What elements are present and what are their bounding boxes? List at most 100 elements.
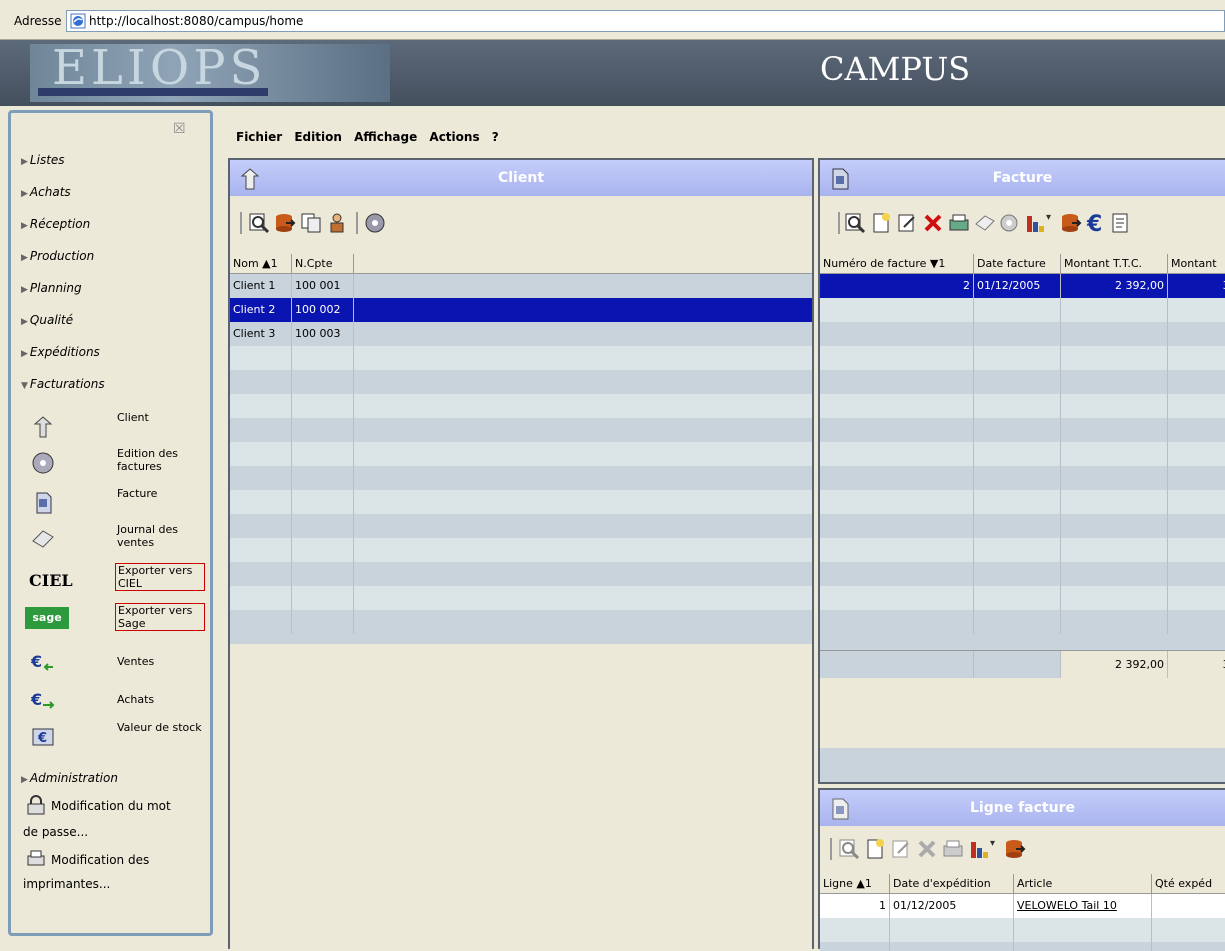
client-icon (33, 416, 53, 438)
nav-section-production[interactable]: ▶ Production (21, 249, 94, 263)
new-document-icon[interactable] (864, 838, 886, 860)
search-icon[interactable] (844, 212, 866, 234)
column-header-article[interactable]: Article (1014, 874, 1152, 894)
table-row[interactable] (820, 942, 1225, 951)
table-row[interactable] (230, 418, 812, 442)
table-row[interactable] (230, 466, 812, 490)
url-input[interactable]: http://localhost:8080/campus/home (66, 10, 1225, 32)
nav-item-valeur-stock[interactable]: € Valeur de stock (23, 719, 203, 755)
column-header-date-facture[interactable]: Date facture (974, 254, 1061, 274)
column-header-montant[interactable]: Montant (1168, 254, 1225, 274)
menu-help[interactable]: ? (492, 130, 499, 144)
nav-section-expeditions[interactable]: ▶ Expéditions (21, 345, 100, 359)
search-icon[interactable] (838, 838, 860, 860)
cell-article-link: VELOWELO Tail 10 (1014, 894, 1152, 918)
edit-icon[interactable] (896, 212, 918, 234)
nav-section-achats[interactable]: ▶ Achats (21, 185, 71, 199)
table-row[interactable] (230, 538, 812, 562)
new-document-icon[interactable] (870, 212, 892, 234)
column-header-ligne[interactable]: Ligne ▲1 (820, 874, 890, 894)
table-row[interactable] (230, 586, 812, 610)
table-row[interactable] (230, 346, 812, 370)
euro-icon[interactable]: € (1086, 212, 1108, 234)
table-row[interactable] (230, 610, 812, 634)
table-row[interactable] (230, 562, 812, 586)
column-header-qte[interactable]: Qté expéd (1152, 874, 1225, 894)
table-row[interactable] (230, 442, 812, 466)
nav-section-qualite[interactable]: ▶ Qualité (21, 313, 73, 327)
column-header-montant-ttc[interactable]: Montant T.T.C. (1061, 254, 1168, 274)
database-export-icon[interactable] (274, 212, 296, 234)
nav-item-export-ciel[interactable]: CIEL Exporter vers CIEL (23, 561, 205, 597)
nav-item-journal-ventes[interactable]: Journal des ventes (23, 521, 203, 557)
change-printers-link-cont[interactable]: imprimantes... (23, 877, 110, 891)
change-password-link-cont[interactable]: de passe... (23, 825, 88, 839)
table-row[interactable]: 1 01/12/2005 VELOWELO Tail 10 (820, 894, 1225, 918)
table-row[interactable] (820, 370, 1225, 394)
nav-section-listes[interactable]: ▶ Listes (21, 153, 65, 167)
delete-icon[interactable] (922, 212, 944, 234)
table-row[interactable] (820, 322, 1225, 346)
table-row[interactable]: Client 1 100 001 (230, 274, 812, 298)
menu-edition[interactable]: Edition (294, 130, 342, 144)
menu-fichier[interactable]: Fichier (236, 130, 282, 144)
nav-section-facturations[interactable]: ▼ Facturations (21, 377, 105, 391)
database-export-icon[interactable] (1004, 838, 1026, 860)
nav-item-ventes[interactable]: € Ventes (23, 645, 203, 681)
copy-icon[interactable] (300, 212, 322, 234)
table-row[interactable] (820, 418, 1225, 442)
table-row[interactable] (820, 514, 1225, 538)
nav-section-reception[interactable]: ▶ Réception (21, 217, 90, 231)
column-header-nom[interactable]: Nom ▲1 (230, 254, 292, 274)
table-row[interactable] (820, 394, 1225, 418)
nav-item-client[interactable]: Client (23, 409, 203, 445)
cell-ttc: 2 392,00 (1061, 274, 1168, 298)
table-row[interactable] (820, 586, 1225, 610)
edit-icon[interactable] (890, 838, 912, 860)
table-row[interactable] (820, 466, 1225, 490)
chart-icon[interactable] (1024, 212, 1046, 234)
table-row[interactable] (820, 490, 1225, 514)
table-row[interactable] (230, 490, 812, 514)
change-password-link[interactable]: Modification du mot (51, 799, 171, 813)
table-row[interactable] (230, 514, 812, 538)
nav-section-planning[interactable]: ▶ Planning (21, 281, 82, 295)
cd-icon[interactable] (364, 212, 386, 234)
table-row[interactable] (820, 562, 1225, 586)
menu-actions[interactable]: Actions (429, 130, 479, 144)
print-icon[interactable] (948, 212, 970, 234)
triangle-right-icon: ▶ (21, 285, 28, 295)
close-icon[interactable]: ☒ (173, 121, 186, 137)
document-icon[interactable] (1110, 212, 1132, 234)
print-icon[interactable] (942, 838, 964, 860)
nav-item-achats[interactable]: € Achats (23, 683, 203, 719)
user-icon[interactable] (326, 212, 348, 234)
table-row[interactable]: Client 2 100 002 (230, 298, 812, 322)
column-header-date-expedition[interactable]: Date d'expédition (890, 874, 1014, 894)
database-export-icon[interactable] (1060, 212, 1082, 234)
nav-item-edition-factures[interactable]: Edition des factures (23, 445, 203, 481)
delete-icon[interactable] (916, 838, 938, 860)
table-row[interactable] (820, 442, 1225, 466)
table-row[interactable] (820, 346, 1225, 370)
book-icon[interactable] (974, 212, 996, 234)
nav-item-export-sage[interactable]: sage Exporter vers Sage (23, 601, 205, 637)
address-bar: Adresse http://localhost:8080/campus/hom… (0, 0, 1225, 40)
table-row[interactable] (230, 370, 812, 394)
menu-affichage[interactable]: Affichage (354, 130, 417, 144)
table-row[interactable] (230, 394, 812, 418)
table-row[interactable] (820, 538, 1225, 562)
table-row[interactable]: 201/12/20052 392,003! (820, 274, 1225, 298)
nav-item-facture[interactable]: Facture (23, 485, 203, 521)
table-row[interactable]: Client 3 100 003 (230, 322, 812, 346)
cd-icon[interactable] (998, 212, 1020, 234)
table-row[interactable] (820, 610, 1225, 634)
table-row[interactable] (820, 298, 1225, 322)
chart-icon[interactable] (968, 838, 990, 860)
search-icon[interactable] (248, 212, 270, 234)
nav-section-administration[interactable]: ▶ Administration (21, 771, 118, 785)
change-printers-link[interactable]: Modification des (51, 853, 149, 867)
column-header-cpte[interactable]: N.Cpte (292, 254, 354, 274)
table-row[interactable] (820, 918, 1225, 942)
column-header-numero-facture[interactable]: Numéro de facture ▼1 (820, 254, 974, 274)
